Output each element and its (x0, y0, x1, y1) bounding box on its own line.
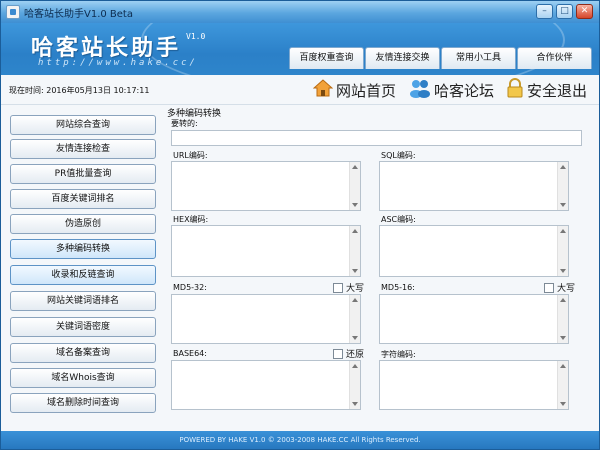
checkbox-box[interactable] (544, 282, 554, 293)
scrollbar[interactable] (349, 361, 360, 409)
base64-label: BASE64: (173, 349, 207, 358)
sidebar-item-keyword-rank[interactable]: 网站关键词语排名 (10, 291, 156, 311)
sidebar-item-domain-delete-time[interactable]: 域名删除时间查询 (10, 393, 156, 413)
footer-copyright: POWERED BY HAKE V1.0 © 2003-2008 HAKE.CC… (1, 431, 599, 449)
app-window: 哈客站长助手V1.0 Beta – □ ✕ 哈客站长助手 V1.0 http:/… (0, 0, 600, 450)
title-bar[interactable]: 哈客站长助手V1.0 Beta – □ ✕ (1, 1, 599, 23)
tab-baidu-weight[interactable]: 百度权重查询 (289, 47, 364, 69)
close-button[interactable]: ✕ (576, 4, 593, 19)
window-title: 哈客站长助手V1.0 Beta (24, 9, 133, 20)
tab-friend-links[interactable]: 友情连接交换 (365, 47, 440, 69)
charcode-output[interactable] (379, 360, 569, 410)
sidebar-item-index-backlinks[interactable]: 收录和反链查询 (10, 265, 156, 285)
sql-encode-output[interactable] (379, 161, 569, 211)
sidebar-item-encoding[interactable]: 多种编码转换 (10, 239, 156, 259)
md5-32-output[interactable] (171, 294, 361, 344)
md5-32-uppercase-checkbox[interactable]: 大写 (333, 281, 364, 294)
scrollbar[interactable] (557, 361, 568, 409)
scrollbar[interactable] (557, 226, 568, 276)
sidebar-item-fake-original[interactable]: 伪造原创 (10, 214, 156, 234)
sidebar-item-site-overview[interactable]: 网站综合查询 (10, 115, 156, 135)
sidebar-item-friend-link-check[interactable]: 友情连接检查 (10, 139, 156, 159)
md5-16-uppercase-label: 大写 (557, 284, 576, 294)
hex-encode-output[interactable] (171, 225, 361, 277)
brand-url: http://www.hake.cc/ (38, 58, 198, 68)
url-encode-output[interactable] (171, 161, 361, 211)
maximize-button[interactable]: □ (556, 4, 573, 19)
md5-16-output[interactable] (379, 294, 569, 344)
md5-32-label: MD5-32: (173, 283, 207, 292)
forum-link[interactable]: 哈客论坛 (409, 80, 494, 100)
charcode-label: 字符编码: (381, 350, 416, 359)
source-text-input[interactable] (171, 130, 582, 146)
url-encode-label: URL编码: (173, 151, 208, 160)
sidebar-item-whois[interactable]: 域名Whois查询 (10, 368, 156, 388)
sql-encode-label: SQL编码: (381, 151, 416, 160)
forum-link-label: 哈客论坛 (434, 81, 495, 100)
home-link[interactable]: 网站首页 (312, 78, 397, 102)
tab-partners[interactable]: 合作伙伴 (517, 47, 592, 69)
hex-encode-label: HEX编码: (173, 215, 209, 224)
asc-encode-label: ASC编码: (381, 215, 416, 224)
tab-tools[interactable]: 常用小工具 (441, 47, 516, 69)
logout-link-label: 安全退出 (527, 81, 588, 100)
minimize-button[interactable]: – (536, 4, 553, 19)
brand-version: V1.0 (186, 32, 206, 41)
scrollbar[interactable] (557, 295, 568, 343)
asc-encode-output[interactable] (379, 225, 569, 277)
sidebar-item-icp-lookup[interactable]: 域名备案查询 (10, 343, 156, 363)
md5-32-uppercase-label: 大写 (346, 284, 365, 294)
current-datetime: 现在时间: 2016年05月13日 10:17:11 (9, 86, 150, 95)
logout-link[interactable]: 安全退出 (506, 78, 588, 102)
forum-icon (409, 78, 431, 102)
md5-16-label: MD5-16: (381, 283, 415, 292)
scrollbar[interactable] (349, 162, 360, 210)
base64-restore-checkbox[interactable]: 还原 (333, 347, 364, 360)
sidebar-item-baidu-rank[interactable]: 百度关键词排名 (10, 189, 156, 209)
info-bar: 现在时间: 2016年05月13日 10:17:11 网站首页 哈客论坛 安全退… (1, 75, 599, 105)
lock-icon (506, 78, 524, 102)
home-link-label: 网站首页 (336, 81, 397, 100)
sidebar-item-pr-batch[interactable]: PR值批量查询 (10, 164, 156, 184)
md5-16-uppercase-checkbox[interactable]: 大写 (544, 281, 575, 294)
main-area: 网站综合查询 友情连接检查 PR值批量查询 百度关键词排名 伪造原创 多种编码转… (1, 105, 599, 431)
checkbox-box[interactable] (333, 282, 343, 293)
base64-output[interactable] (171, 360, 361, 410)
home-icon (312, 78, 334, 102)
checkbox-box[interactable] (333, 348, 343, 359)
scrollbar[interactable] (349, 226, 360, 276)
scrollbar[interactable] (349, 295, 360, 343)
scrollbar[interactable] (557, 162, 568, 210)
sidebar-item-keyword-density[interactable]: 关键词语密度 (10, 317, 156, 337)
input-label: 要转的: (171, 119, 198, 128)
app-icon (6, 5, 20, 19)
base64-restore-label: 还原 (346, 350, 365, 360)
